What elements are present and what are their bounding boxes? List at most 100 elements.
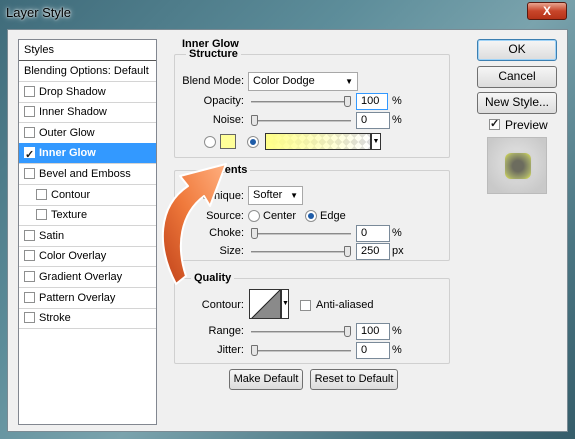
slider-thumb[interactable] — [251, 345, 258, 356]
style-checkbox[interactable] — [36, 209, 47, 221]
opacity-label: Opacity: — [203, 95, 244, 107]
source-edge-label[interactable]: Edge — [320, 210, 346, 222]
style-checkbox[interactable] — [36, 188, 47, 200]
slider-thumb[interactable] — [344, 246, 351, 257]
structure-title: Structure — [186, 48, 241, 60]
opacity-slider[interactable] — [251, 96, 351, 107]
style-item-label: Satin — [39, 229, 65, 242]
style-item-label: Stroke — [39, 312, 71, 325]
slider-track — [251, 331, 351, 333]
slider-thumb[interactable] — [251, 228, 258, 239]
style-item-label: Inner Shadow — [39, 106, 107, 119]
gradient-dropdown-arrow[interactable]: ▼ — [371, 133, 381, 150]
noise-unit: % — [392, 114, 402, 126]
style-checkbox[interactable] — [24, 145, 35, 165]
opacity-field[interactable]: 100 — [356, 93, 388, 110]
preview-box — [487, 137, 547, 194]
style-checkbox[interactable] — [24, 85, 35, 97]
source-center-radio[interactable] — [248, 210, 260, 222]
styles-item-bevel-and-emboss[interactable]: Bevel and Emboss — [19, 164, 156, 185]
range-unit: % — [392, 325, 402, 337]
styles-item-satin[interactable]: Satin — [19, 226, 156, 247]
size-field[interactable]: 250 — [356, 243, 390, 260]
style-checkbox[interactable] — [24, 229, 35, 241]
glow-gradient-picker[interactable] — [265, 133, 371, 150]
style-checkbox[interactable] — [24, 168, 35, 179]
close-button[interactable]: X — [527, 2, 567, 20]
chevron-down-icon: ▼ — [345, 77, 353, 86]
gradient-radio[interactable] — [247, 136, 259, 148]
choke-field[interactable]: 0 — [356, 225, 390, 242]
slider-track — [251, 233, 351, 235]
styles-item-stroke[interactable]: Stroke — [19, 308, 156, 330]
slider-track — [251, 101, 351, 103]
noise-label: Noise: — [212, 114, 244, 126]
blend-mode-value: Color Dodge — [253, 75, 315, 87]
style-checkbox[interactable] — [24, 106, 35, 118]
styles-list-header[interactable]: Styles — [19, 40, 156, 61]
styles-item-inner-glow[interactable]: Inner Glow — [19, 143, 156, 165]
technique-select[interactable]: Softer ▼ — [248, 186, 303, 205]
blend-mode-select[interactable]: Color Dodge ▼ — [248, 72, 358, 91]
contour-label: Contour: — [201, 299, 244, 311]
jitter-label: Jitter: — [217, 344, 244, 356]
source-center-label[interactable]: Center — [263, 210, 296, 222]
style-checkbox[interactable] — [24, 312, 35, 324]
preview-label[interactable]: Preview — [505, 118, 548, 132]
slider-track — [251, 120, 351, 122]
contour-picker[interactable] — [249, 289, 281, 319]
anti-aliased-label[interactable]: Anti-aliased — [316, 299, 373, 311]
range-slider[interactable] — [251, 326, 351, 337]
style-item-label: Texture — [51, 209, 88, 222]
jitter-field[interactable]: 0 — [356, 342, 390, 359]
anti-aliased-checkbox[interactable] — [300, 300, 311, 311]
styles-item-outer-glow[interactable]: Outer Glow — [19, 123, 156, 144]
range-field[interactable]: 100 — [356, 323, 390, 340]
slider-thumb[interactable] — [344, 96, 351, 107]
make-default-button[interactable]: Make Default — [229, 369, 303, 390]
size-slider[interactable] — [251, 246, 351, 257]
style-checkbox[interactable] — [24, 250, 35, 262]
preview-checkbox[interactable] — [489, 117, 500, 130]
styles-item-contour[interactable]: Contour — [19, 185, 156, 206]
ok-button[interactable]: OK — [477, 39, 557, 61]
style-item-label: Outer Glow — [39, 126, 95, 139]
styles-item-texture[interactable]: Texture — [19, 205, 156, 227]
styles-item-blending-options-default[interactable]: Blending Options: Default — [19, 61, 156, 82]
slider-thumb[interactable] — [251, 115, 258, 126]
styles-item-drop-shadow[interactable]: Drop Shadow — [19, 82, 156, 103]
window-title: Layer Style — [6, 5, 72, 20]
gradient-fill — [266, 134, 370, 149]
style-item-label: Gradient Overlay — [39, 271, 123, 283]
title-bar: Layer Style X — [0, 0, 575, 26]
preview-swatch — [505, 153, 531, 179]
style-checkbox[interactable] — [24, 291, 35, 303]
noise-slider[interactable] — [251, 115, 351, 126]
jitter-unit: % — [392, 344, 402, 356]
styles-item-inner-shadow[interactable]: Inner Shadow — [19, 102, 156, 124]
style-item-label: Contour — [51, 188, 91, 201]
choke-unit: % — [392, 227, 402, 239]
styles-list: Styles Blending Options: Default Drop Sha… — [18, 39, 157, 425]
source-edge-radio[interactable] — [305, 210, 317, 222]
style-checkbox[interactable] — [24, 126, 35, 138]
styles-item-pattern-overlay[interactable]: Pattern Overlay — [19, 288, 156, 309]
reset-to-default-button[interactable]: Reset to Default — [310, 369, 398, 390]
slider-thumb[interactable] — [344, 326, 351, 337]
chevron-down-icon: ▼ — [290, 191, 298, 200]
range-label: Range: — [208, 325, 244, 337]
style-checkbox[interactable] — [24, 271, 35, 282]
jitter-slider[interactable] — [251, 345, 351, 356]
choke-slider[interactable] — [251, 228, 351, 239]
contour-dropdown-arrow[interactable]: ▼ — [281, 289, 289, 319]
styles-item-color-overlay[interactable]: Color Overlay — [19, 246, 156, 268]
noise-field[interactable]: 0 — [356, 112, 390, 129]
style-item-label: Blending Options: Default — [24, 65, 149, 77]
new-style-button[interactable]: New Style... — [477, 92, 557, 114]
size-unit: px — [392, 245, 404, 257]
styles-item-gradient-overlay[interactable]: Gradient Overlay — [19, 267, 156, 288]
cancel-button[interactable]: Cancel — [477, 66, 557, 88]
opacity-unit: % — [392, 95, 402, 107]
style-item-label: Bevel and Emboss — [39, 168, 131, 180]
style-item-label: Color Overlay — [39, 250, 107, 263]
